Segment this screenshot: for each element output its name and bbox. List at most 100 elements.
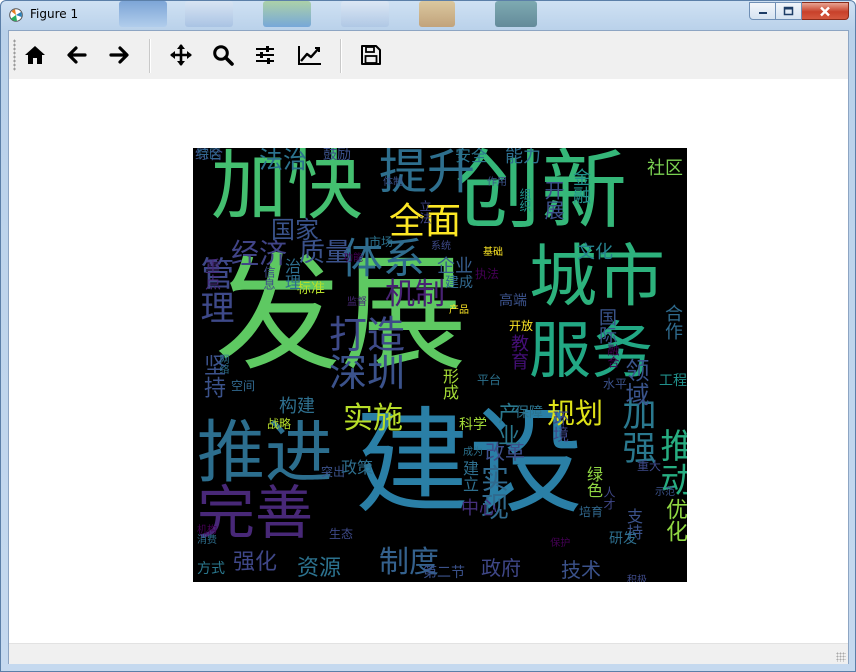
figure-client-area: 发展 建设 创新 加快 城市 推进 服务 完善 提升 体系 全面 打造 深圳 机制 实施 加强 推动 规划 实现 制度… [8,30,849,664]
wordcloud-word: 构建 [279,398,315,416]
wordcloud-word: 体制 [383,178,403,188]
wordcloud-word: 形成 [441,368,457,400]
wordcloud-word: 企业 [437,258,473,276]
wordcloud-word: 平台 [477,374,501,386]
background-thumbnail [119,1,167,27]
wordcloud-word: 社区 [647,160,683,178]
wordcloud-word: 监督 [347,298,367,308]
wordcloud-word: 环境 [551,410,567,442]
wordcloud-word: 作用 [487,178,507,188]
wordcloud-word: 重大 [637,460,661,472]
floppy-disk-icon [359,43,383,67]
wordcloud-word: 市场 [369,236,393,248]
close-button[interactable] [802,2,849,20]
background-thumbnail [419,1,455,27]
arrow-right-icon [107,43,131,67]
wordcloud-word: 培育 [579,506,603,518]
toolbar-grip[interactable] [13,39,16,71]
wordcloud-word: 政策 [341,460,373,476]
home-icon [23,43,47,67]
wordcloud-word: 实施 [343,404,403,434]
wordcloud-word: 组织 [519,188,531,212]
wordcloud-word: 建立 [461,460,477,492]
maximize-button[interactable] [776,2,802,20]
wordcloud-word: 产业 [495,402,517,446]
wordcloud-word: 机构 [197,526,217,536]
window-controls [749,2,849,20]
wordcloud-word: 立法 [419,200,431,224]
wordcloud-word: 安全 [455,148,487,164]
back-button[interactable] [63,41,91,69]
wordcloud-word: 加强 [619,396,653,464]
wordcloud-word: 优化 [663,498,685,542]
matplotlib-app-icon [9,8,23,22]
resize-grip[interactable] [836,652,846,662]
wordcloud-word: 机制 [385,280,445,310]
figure-window: Figure 1 发展 建设 创新 加快 城市 推进 服务 完善 提升 体系 全… [0,0,856,672]
wordcloud-word: 特区 [197,148,221,160]
close-icon [819,6,831,17]
wordcloud-word: 中心 [461,500,497,518]
wordcloud-word: 积极 [627,576,647,582]
forward-button[interactable] [105,41,133,69]
wordcloud-word: 深圳 [329,354,405,392]
zoom-button[interactable] [209,41,237,69]
wordcloud-word: 网络 [217,354,227,374]
status-bar [9,643,848,664]
wordcloud-word: 示范 [655,488,675,498]
wordcloud-word: 治理 [283,258,299,290]
wordcloud-word: 重点 [203,258,219,290]
sliders-icon [253,43,277,67]
wordcloud-word: 资源 [297,558,341,580]
wordcloud-word: 融合 [607,344,619,368]
save-button[interactable] [357,41,385,69]
window-title: Figure 1 [30,7,78,21]
wordcloud-word: 水平 [603,378,627,390]
toolbar-separator [149,39,151,73]
wordcloud-word: 国际 [597,308,615,344]
wordcloud-word: 科学 [459,418,487,432]
magnifier-icon [211,43,235,67]
figure-canvas[interactable]: 发展 建设 创新 加快 城市 推进 服务 完善 提升 体系 全面 打造 深圳 机制 实施 加强 推动 规划 实现 制度… [9,79,848,643]
wordcloud-word: 绿色 [585,466,601,498]
wordcloud-word: 信息 [263,266,275,290]
wordcloud-word: 方式 [197,562,225,576]
line-chart-icon [297,43,323,67]
wordcloud-word: 国家 [271,218,319,242]
wordcloud-word: 合作 [663,304,681,340]
background-thumbnail [495,1,537,27]
background-thumbnail [263,1,311,27]
wordcloud-word: 第二节 [423,566,465,580]
wordcloud-word: 功能 [343,254,363,264]
edit-axes-button[interactable] [296,41,324,69]
wordcloud-word: 突出 [321,466,345,478]
background-thumbnail [185,1,233,27]
minimize-button[interactable] [749,2,776,20]
arrow-left-icon [65,43,89,67]
wordcloud-word: 法治 [259,148,307,172]
wordcloud-word: 保障 [515,406,543,420]
wordcloud-word: 研发 [609,532,637,546]
wordcloud-word: 文化 [577,244,613,262]
wordcloud-word: 空间 [231,380,255,392]
wordcloud-word: 产品 [449,306,469,316]
move-icon [169,43,193,67]
wordcloud-word: 生态 [329,528,353,540]
wordcloud-word: 金融 [571,168,589,204]
wordcloud-word: 强化 [233,552,277,574]
configure-subplots-button[interactable] [251,41,279,69]
home-button[interactable] [21,41,49,69]
navigation-toolbar [9,31,848,80]
wordcloud-word: 战略 [267,418,291,430]
wordcloud-word: 标准 [297,282,325,296]
wordcloud-word: 系统 [431,242,451,252]
wordcloud-word: 政府 [481,558,521,578]
title-bar[interactable]: Figure 1 [1,1,855,29]
wordcloud-word: 保护 [550,539,570,549]
pan-button[interactable] [167,41,195,69]
wordcloud-word: 基础 [483,248,503,258]
wordcloud-word: 建成 [445,276,473,290]
wordcloud-word: 人才 [603,486,615,510]
wordcloud-word: 能力 [505,148,541,166]
wordcloud-word: 执法 [475,268,499,280]
